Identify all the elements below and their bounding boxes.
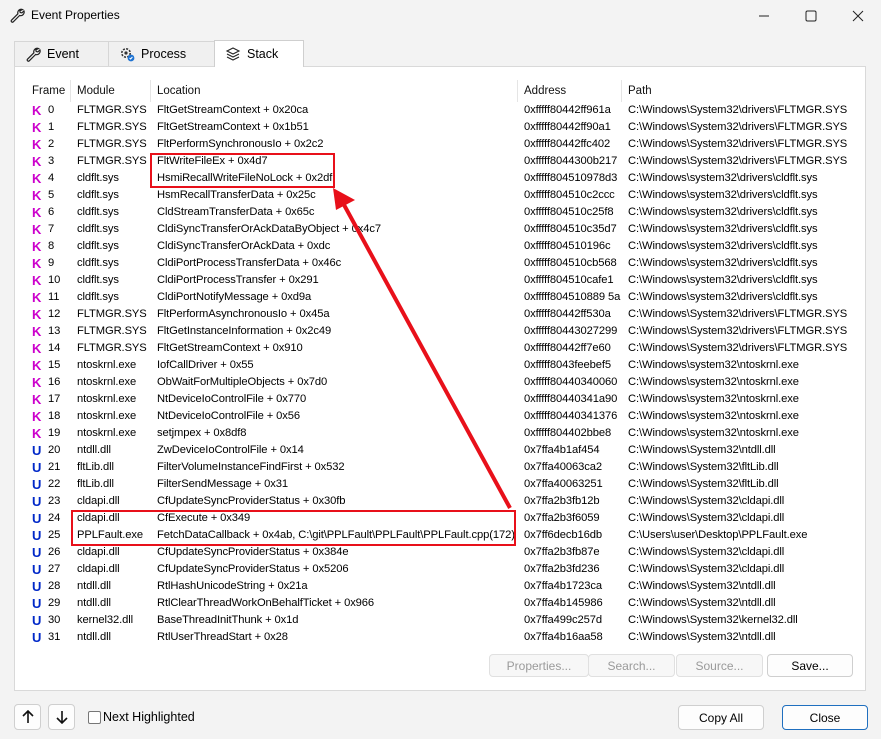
copy-all-button[interactable]: Copy All <box>678 705 764 730</box>
move-down-button[interactable] <box>48 704 75 730</box>
tab-stack-label: Stack <box>247 47 279 61</box>
tab-stack[interactable]: Stack <box>214 40 304 67</box>
move-up-button[interactable] <box>14 704 41 730</box>
next-highlighted-checkbox[interactable] <box>88 711 101 724</box>
annotation-arrow <box>333 188 512 509</box>
next-highlighted-label[interactable]: Next Highlighted <box>103 710 195 724</box>
arrow-shaft <box>341 202 512 509</box>
arrow-down-icon <box>55 711 68 724</box>
close-button[interactable]: Close <box>782 705 868 730</box>
arrow-up-icon <box>21 710 34 723</box>
stack-icon <box>225 47 241 61</box>
